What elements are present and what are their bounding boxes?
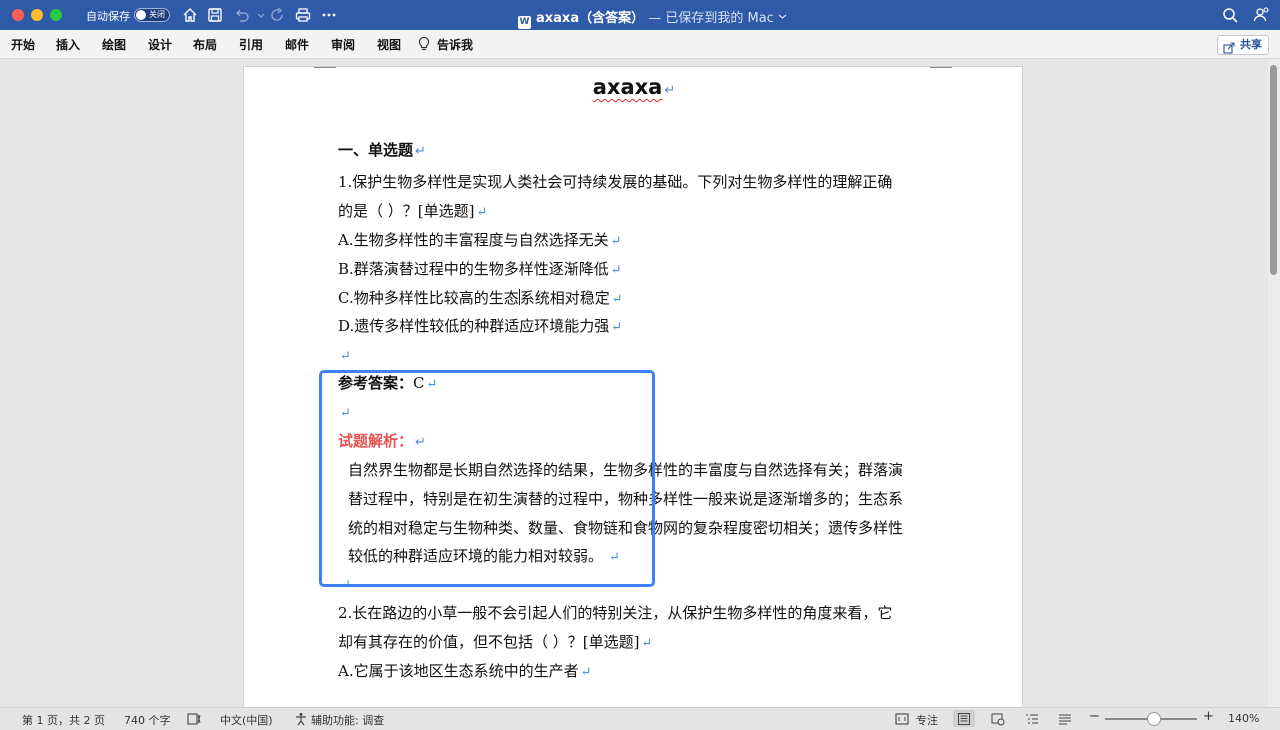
paragraph-mark: ↵: [476, 205, 488, 220]
focus-mode[interactable]: 专注: [916, 712, 938, 728]
option-a: A.它属于该地区生态系统中的生产者 ↵: [338, 661, 592, 683]
option-text: A.它属于该地区生态系统中的生产者: [338, 662, 579, 680]
save-icon[interactable]: [206, 6, 224, 24]
language-indicator[interactable]: 中文(中国): [220, 712, 273, 728]
page-count[interactable]: 第 1 页，共 2 页: [22, 712, 105, 728]
doc-heading: axaxa ↵: [244, 75, 1024, 99]
autosave-label: 自动保存: [86, 10, 130, 23]
saved-status: — 已保存到我的 Mac: [648, 11, 774, 26]
accessibility-icon[interactable]: [294, 712, 308, 726]
paragraph-mark: ↵: [610, 234, 622, 249]
zoom-level[interactable]: 140%: [1228, 712, 1259, 725]
tab-home[interactable]: 开始: [11, 36, 35, 53]
outline-view-icon[interactable]: [1025, 712, 1039, 726]
option-text: 系统相对稳定: [519, 289, 610, 307]
lightbulb-icon: [417, 36, 431, 52]
option-c: C.物种多样性比较高的生态系统相对稳定 ↵: [338, 288, 623, 310]
paragraph-mark: ↵: [340, 349, 351, 364]
close-window-button[interactable]: [12, 9, 24, 21]
proofing-icon[interactable]: [187, 712, 201, 726]
tab-insert[interactable]: 插入: [56, 36, 80, 53]
word-count[interactable]: 740 个字: [124, 712, 171, 728]
question-text: 2.长在路边的小草一般不会引起人们的特别关注，从保护生物多样性的角度来看，它: [338, 604, 893, 622]
option-b: B.群落演替过程中的生物多样性逐渐降低 ↵: [338, 259, 622, 281]
doc-heading-text: axaxa: [592, 75, 663, 99]
redo-icon[interactable]: [268, 6, 286, 24]
undo-icon[interactable]: [233, 6, 251, 24]
autosave-toggle[interactable]: 关闭: [134, 8, 170, 22]
option-d: D.遗传多样性较低的种群适应环境能力强 ↵: [338, 316, 622, 338]
account-icon[interactable]: [1252, 6, 1270, 24]
option-text: B.群落演替过程中的生物多样性逐渐降低: [338, 260, 609, 278]
paragraph-mark: ↵: [611, 292, 623, 307]
minimize-window-button[interactable]: [31, 9, 43, 21]
focus-icon[interactable]: [895, 712, 909, 726]
search-icon[interactable]: [1221, 6, 1239, 24]
tab-references[interactable]: 引用: [239, 36, 263, 53]
question-text: 1.保护生物多样性是实现人类社会可持续发展的基础。下列对生物多样性的理解正确: [338, 173, 893, 191]
zoom-slider-knob[interactable]: [1147, 712, 1161, 726]
question-text: 的是（ ）？[单选题]: [338, 202, 475, 220]
accessibility-status[interactable]: 辅助功能: 调查: [311, 712, 384, 728]
print-icon[interactable]: [294, 6, 312, 24]
answer-highlight-box: [319, 370, 655, 587]
status-bar: 第 1 页，共 2 页 740 个字 中文(中国) 辅助功能: 调查 专注 − …: [0, 707, 1280, 730]
zoom-in-button[interactable]: +: [1203, 709, 1214, 724]
tab-layout[interactable]: 布局: [193, 36, 217, 53]
tab-design[interactable]: 设计: [148, 36, 172, 53]
section-heading-text: 一、单选题: [338, 141, 414, 159]
option-text: A.生物多样性的丰富程度与自然选择无关: [338, 231, 609, 249]
autosave-state: 关闭: [149, 10, 165, 19]
question-1-line-1: 1.保护生物多样性是实现人类社会可持续发展的基础。下列对生物多样性的理解正确: [338, 172, 892, 192]
question-2-line-2: 却有其存在的价值，但不包括（ ）？[单选题] ↵: [338, 632, 652, 654]
question-text: 却有其存在的价值，但不包括（ ）？[单选题]: [338, 633, 640, 651]
document-title[interactable]: Waxaxa（含答案） — 已保存到我的 Mac: [518, 7, 787, 29]
document-name: axaxa（含答案）: [536, 11, 645, 26]
option-text: C.物种多样性比较高的生态: [338, 289, 519, 307]
home-icon[interactable]: [181, 6, 199, 24]
document-canvas: axaxa ↵ 一、单选题 ↵ 1.保护生物多样性是实现人类社会可持续发展的基础。下…: [0, 59, 1268, 707]
paragraph-mark: ↵: [611, 320, 623, 335]
tab-view[interactable]: 视图: [377, 36, 401, 53]
section-heading: 一、单选题 ↵: [338, 140, 426, 162]
ribbon-tabs: 开始 插入 绘图 设计 布局 引用 邮件 审阅 视图 告诉我: [0, 30, 1280, 59]
title-bar: 自动保存 关闭 Waxaxa（含答案） — 已保存到我的 Mac: [0, 0, 1280, 30]
print-layout-icon: [957, 712, 971, 726]
empty-paragraph: ↵: [338, 345, 351, 367]
toggle-knob: [136, 10, 146, 20]
more-icon[interactable]: [320, 6, 338, 24]
title-chevron-down-icon[interactable]: [778, 12, 787, 21]
paragraph-mark: ↵: [664, 83, 676, 98]
question-2-line-1: 2.长在路边的小草一般不会引起人们的特别关注，从保护生物多样性的角度来看，它: [338, 603, 892, 623]
tell-me[interactable]: 告诉我: [437, 36, 473, 53]
zoom-out-button[interactable]: −: [1089, 709, 1100, 724]
paragraph-mark: ↵: [580, 665, 592, 680]
tab-review[interactable]: 审阅: [331, 36, 355, 53]
vertical-scrollbar[interactable]: [1268, 59, 1280, 707]
tab-draw[interactable]: 绘图: [102, 36, 126, 53]
draft-view-icon[interactable]: [1058, 712, 1072, 726]
option-a: A.生物多样性的丰富程度与自然选择无关 ↵: [338, 230, 622, 252]
paragraph-mark: ↵: [415, 144, 426, 159]
paragraph-mark: ↵: [610, 263, 622, 278]
question-1-line-2: 的是（ ）？[单选题] ↵: [338, 201, 487, 223]
tab-mailings[interactable]: 邮件: [285, 36, 309, 53]
zoom-window-button[interactable]: [50, 9, 62, 21]
option-text: D.遗传多样性较低的种群适应环境能力强: [338, 317, 610, 335]
document-page[interactable]: axaxa ↵ 一、单选题 ↵ 1.保护生物多样性是实现人类社会可持续发展的基础。下…: [243, 66, 1023, 707]
scrollbar-thumb[interactable]: [1270, 65, 1277, 275]
page-corner-mark: [930, 67, 952, 68]
web-layout-icon[interactable]: [991, 712, 1005, 726]
undo-dropdown-icon[interactable]: [252, 6, 265, 24]
share-icon: [1223, 39, 1235, 54]
page-corner-mark: [314, 67, 336, 68]
paragraph-mark: ↵: [641, 636, 653, 651]
word-doc-icon: W: [518, 16, 531, 29]
